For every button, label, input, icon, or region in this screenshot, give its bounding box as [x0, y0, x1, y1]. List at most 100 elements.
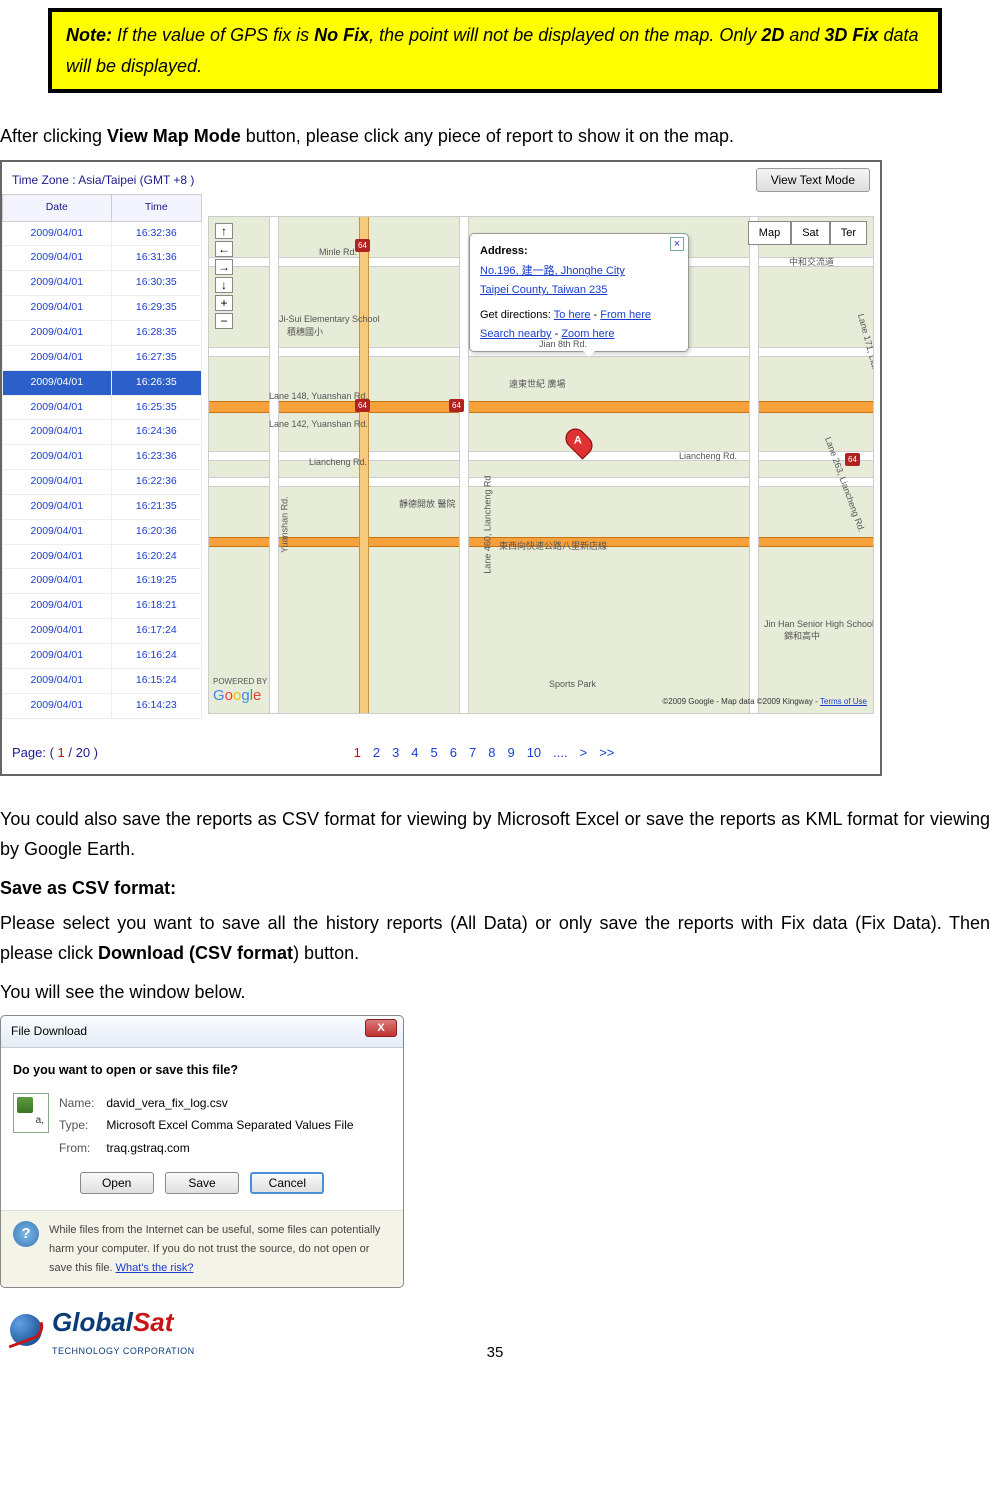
badge-64-c: 64: [845, 453, 860, 467]
pager-item[interactable]: 6: [444, 745, 463, 760]
cell-date: 2009/04/01: [3, 519, 112, 544]
table-row[interactable]: 2009/04/0116:32:36: [3, 221, 202, 246]
type-value: Microsoft Excel Comma Separated Values F…: [106, 1118, 353, 1132]
table-row[interactable]: 2009/04/0116:25:35: [3, 395, 202, 420]
address-label: Address:: [480, 242, 678, 261]
pager-item[interactable]: 8: [482, 745, 501, 760]
map-mode-screenshot: Time Zone : Asia/Taipei (GMT +8 ) View T…: [0, 160, 882, 776]
pager-item[interactable]: ....: [547, 745, 573, 760]
table-row[interactable]: 2009/04/0116:16:24: [3, 643, 202, 668]
pager-item[interactable]: 7: [463, 745, 482, 760]
tab-map[interactable]: Map: [748, 221, 791, 246]
close-icon[interactable]: ×: [670, 237, 684, 251]
cell-time: 16:28:35: [111, 321, 201, 346]
close-icon[interactable]: X: [365, 1019, 397, 1037]
tab-sat[interactable]: Sat: [791, 221, 830, 246]
save-csv-heading: Save as CSV format:: [0, 873, 990, 904]
zoom-in-icon[interactable]: +: [215, 295, 233, 311]
terms-of-use-link[interactable]: Terms of Use: [820, 697, 867, 706]
cell-time: 16:32:36: [111, 221, 201, 246]
cell-date: 2009/04/01: [3, 569, 112, 594]
para1a: After clicking: [0, 126, 107, 146]
note-label: Note:: [66, 25, 112, 45]
pager-item[interactable]: 2: [367, 745, 386, 760]
table-row[interactable]: 2009/04/0116:20:36: [3, 519, 202, 544]
pager-item[interactable]: 10: [521, 745, 547, 760]
view-text-mode-button[interactable]: View Text Mode: [756, 168, 870, 192]
label-lane460: Lane 460, Liancheng Rd: [480, 475, 495, 573]
pager-item[interactable]: 3: [386, 745, 405, 760]
pager-item[interactable]: 1: [348, 745, 367, 760]
brand-global: Global: [52, 1307, 133, 1337]
marker-label: A: [574, 431, 582, 450]
dialog-title-bar: File Download X: [1, 1016, 403, 1047]
table-row[interactable]: 2009/04/0116:14:23: [3, 693, 202, 718]
table-row[interactable]: 2009/04/0116:29:35: [3, 296, 202, 321]
zoom-up-icon[interactable]: ↑: [215, 223, 233, 239]
zoom-down-icon[interactable]: ↓: [215, 277, 233, 293]
save-button[interactable]: Save: [165, 1172, 239, 1194]
paragraph-after-note: After clicking View Map Mode button, ple…: [0, 121, 990, 152]
gd-prefix: Get directions:: [480, 309, 554, 321]
pager-item[interactable]: >>: [593, 745, 620, 760]
logo-mark-icon: [8, 1312, 44, 1348]
file-meta-rows: Name: david_vera_fix_log.csv Type: Micro…: [59, 1093, 354, 1160]
cancel-button[interactable]: Cancel: [250, 1172, 324, 1194]
note-3dfix: 3D Fix: [824, 25, 878, 45]
table-row[interactable]: 2009/04/0116:22:36: [3, 470, 202, 495]
note-box: Note: If the value of GPS fix is No Fix,…: [48, 8, 942, 93]
cell-date: 2009/04/01: [3, 544, 112, 569]
table-row[interactable]: 2009/04/0116:20:24: [3, 544, 202, 569]
table-row[interactable]: 2009/04/0116:15:24: [3, 668, 202, 693]
directions-line: Get directions: To here - From here: [480, 306, 678, 325]
label-hospital: 靜德開放 醫院: [399, 497, 456, 512]
map-panel[interactable]: ↑ ← → ↓ + − Map Sat Ter × Address: No.19…: [208, 216, 874, 714]
open-button[interactable]: Open: [80, 1172, 154, 1194]
whats-the-risk-link[interactable]: What's the risk?: [116, 1262, 194, 1274]
p3b: Download (CSV format: [98, 943, 293, 963]
map-type-tabs: Map Sat Ter: [748, 221, 867, 246]
cell-time: 16:30:35: [111, 271, 201, 296]
zoom-right-icon[interactable]: →: [215, 259, 233, 275]
pager-item[interactable]: 9: [501, 745, 520, 760]
dialog-question: Do you want to open or save this file?: [13, 1060, 391, 1081]
table-row[interactable]: 2009/04/0116:27:35: [3, 345, 202, 370]
cell-date: 2009/04/01: [3, 643, 112, 668]
table-row[interactable]: 2009/04/0116:19:25: [3, 569, 202, 594]
pager-item[interactable]: 5: [425, 745, 444, 760]
tab-ter[interactable]: Ter: [830, 221, 867, 246]
pager-item[interactable]: 4: [405, 745, 424, 760]
dialog-body: Do you want to open or save this file? N…: [1, 1048, 403, 1210]
pager-item[interactable]: >: [574, 745, 594, 760]
link-to-here[interactable]: To here: [554, 309, 591, 321]
para1b: View Map Mode: [107, 126, 241, 146]
label-hwy-zh: 東西向快速公路八里新店線: [499, 539, 607, 554]
page-number: 35: [487, 1340, 504, 1366]
zoom-left-icon[interactable]: ←: [215, 241, 233, 257]
table-row[interactable]: 2009/04/0116:30:35: [3, 271, 202, 296]
cell-date: 2009/04/01: [3, 221, 112, 246]
table-row[interactable]: 2009/04/0116:26:35: [3, 370, 202, 395]
table-row[interactable]: 2009/04/0116:18:21: [3, 594, 202, 619]
table-row[interactable]: 2009/04/0116:24:36: [3, 420, 202, 445]
table-row[interactable]: 2009/04/0116:31:36: [3, 246, 202, 271]
page-footer: GlobalSat TECHNOLOGY CORPORATION 35: [0, 1296, 990, 1367]
pager-numbers: 12345678910....>>>: [348, 742, 621, 764]
para1c: button, please click any piece of report…: [241, 126, 734, 146]
note-text-3: and: [784, 25, 824, 45]
link-from-here[interactable]: From here: [600, 309, 651, 321]
table-row[interactable]: 2009/04/0116:28:35: [3, 321, 202, 346]
label-liancheng2: Liancheng Rd.: [679, 449, 737, 464]
cell-time: 16:18:21: [111, 594, 201, 619]
note-2d: 2D: [761, 25, 784, 45]
p3c: ) button.: [293, 943, 359, 963]
address-link[interactable]: No.196, 建一路, Jhonghe City Taipei County,…: [480, 262, 678, 299]
table-row[interactable]: 2009/04/0116:17:24: [3, 619, 202, 644]
table-row[interactable]: 2009/04/0116:21:35: [3, 494, 202, 519]
zoom-out-icon[interactable]: −: [215, 313, 233, 329]
pager-left: Page: ( 1 / 20 ): [12, 742, 98, 764]
map-zoom-controls: ↑ ← → ↓ + −: [215, 223, 239, 331]
cell-date: 2009/04/01: [3, 668, 112, 693]
table-row[interactable]: 2009/04/0116:23:36: [3, 445, 202, 470]
name-label: Name:: [59, 1093, 103, 1113]
